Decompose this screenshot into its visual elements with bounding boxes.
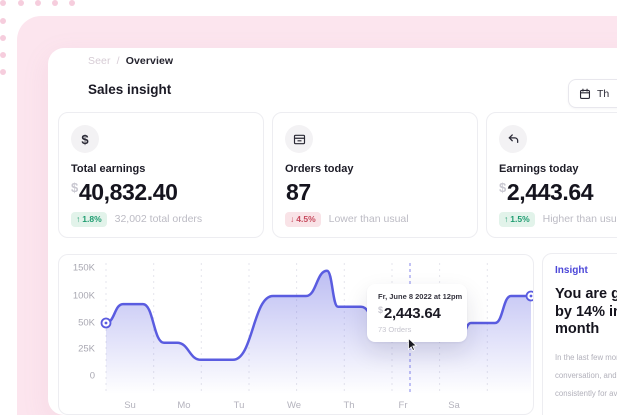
trend-badge: ↑1.5%: [499, 212, 535, 227]
insight-heading: You are growingby 14% in thismonth: [555, 286, 617, 339]
pink-dot: [52, 0, 58, 6]
stat-label: Orders today: [285, 163, 353, 175]
stat-subtext: Lower than usual: [329, 213, 409, 225]
mouse-cursor-icon: [408, 338, 418, 351]
sales-chart-card: 150K 100K 50K 25K 0 Su Mo Tu We Th Fr Sa Fr, June …: [58, 254, 534, 415]
breadcrumb: Seer / Overview: [88, 55, 173, 67]
pink-dot: [0, 52, 6, 58]
stat-subtext: Higher than usual: [543, 213, 617, 225]
pink-dot: [35, 0, 41, 6]
insight-text-line: month: [555, 321, 617, 339]
stat-card-total-earnings: $ Total earnings $40,832.40 ↑1.8% 32,002…: [58, 112, 264, 238]
trend-badge: ↑1.8%: [71, 212, 107, 227]
currency-sign: $: [71, 180, 78, 195]
pink-dot: [0, 69, 6, 75]
arrow-up-icon: ↑: [76, 215, 80, 224]
insight-text-line: In the last few months,: [555, 349, 617, 367]
pink-dot: [0, 35, 6, 41]
arrow-down-icon: ↓: [290, 215, 294, 224]
y-axis-tick: 25K: [63, 344, 95, 355]
stat-card-earnings-today: Earnings today $2,443.64 ↑1.5% Higher th…: [486, 112, 617, 238]
arrow-up-icon: ↑: [504, 215, 508, 224]
y-axis-tick: 100K: [63, 291, 95, 302]
x-axis-tick: Sa: [448, 400, 460, 411]
dollar-icon: $: [71, 125, 99, 153]
x-axis-tick: Th: [343, 400, 354, 411]
pink-dot: [0, 18, 6, 24]
insight-text-line: conversation, and clicks: [555, 367, 617, 385]
x-axis-tick: We: [287, 400, 301, 411]
calendar-icon: [579, 88, 591, 100]
stat-label: Total earnings: [71, 163, 145, 175]
insight-text-line: You are growing: [555, 286, 617, 304]
breadcrumb-seer[interactable]: Seer: [88, 55, 111, 67]
insight-label: Insight: [555, 265, 617, 276]
pink-dot: [18, 0, 24, 6]
stat-card-orders-today: Orders today 87 ↓4.5% Lower than usual: [272, 112, 478, 238]
pink-dot: [0, 0, 6, 6]
tooltip-value: $2,443.64: [378, 305, 456, 322]
breadcrumb-separator: /: [117, 55, 120, 67]
return-arrow-icon: [499, 125, 527, 153]
stat-value: 87: [285, 179, 311, 206]
stat-value: $2,443.64: [499, 179, 593, 206]
period-select-button[interactable]: Th: [568, 79, 617, 108]
stat-value: $40,832.40: [71, 179, 178, 206]
trend-badge: ↓4.5%: [285, 212, 321, 227]
insight-text-line: by 14% in this: [555, 304, 617, 322]
tooltip-date: Fr, June 8 2022 at 12pm: [378, 292, 456, 301]
y-axis-tick: 150K: [63, 263, 95, 274]
x-axis-tick: Su: [124, 400, 136, 411]
pink-dot: [69, 0, 75, 6]
y-axis-tick: 50K: [63, 318, 95, 329]
x-axis-tick: Mo: [177, 400, 190, 411]
insight-card: Insight You are growingby 14% in thismon…: [542, 253, 617, 415]
y-axis-tick: 0: [63, 371, 95, 382]
chart-tooltip: Fr, June 8 2022 at 12pm $2,443.64 73 Ord…: [367, 284, 467, 342]
page-title: Sales insight: [88, 82, 171, 97]
tooltip-orders: 73 Orders: [378, 325, 456, 334]
x-axis-tick: Fr: [399, 400, 408, 411]
archive-box-icon: [285, 125, 313, 153]
stat-subtext: 32,002 total orders: [115, 213, 203, 225]
stat-label: Earnings today: [499, 163, 578, 175]
currency-sign: $: [499, 180, 506, 195]
breadcrumb-overview: Overview: [126, 55, 174, 67]
period-label: Th: [597, 88, 609, 100]
main-panel: Seer / Overview Sales insight Th $ Total…: [48, 48, 617, 415]
x-axis-tick: Tu: [234, 400, 245, 411]
insight-body: In the last few months,conversation, and…: [555, 349, 617, 403]
insight-text-line: consistently for average: [555, 385, 617, 403]
